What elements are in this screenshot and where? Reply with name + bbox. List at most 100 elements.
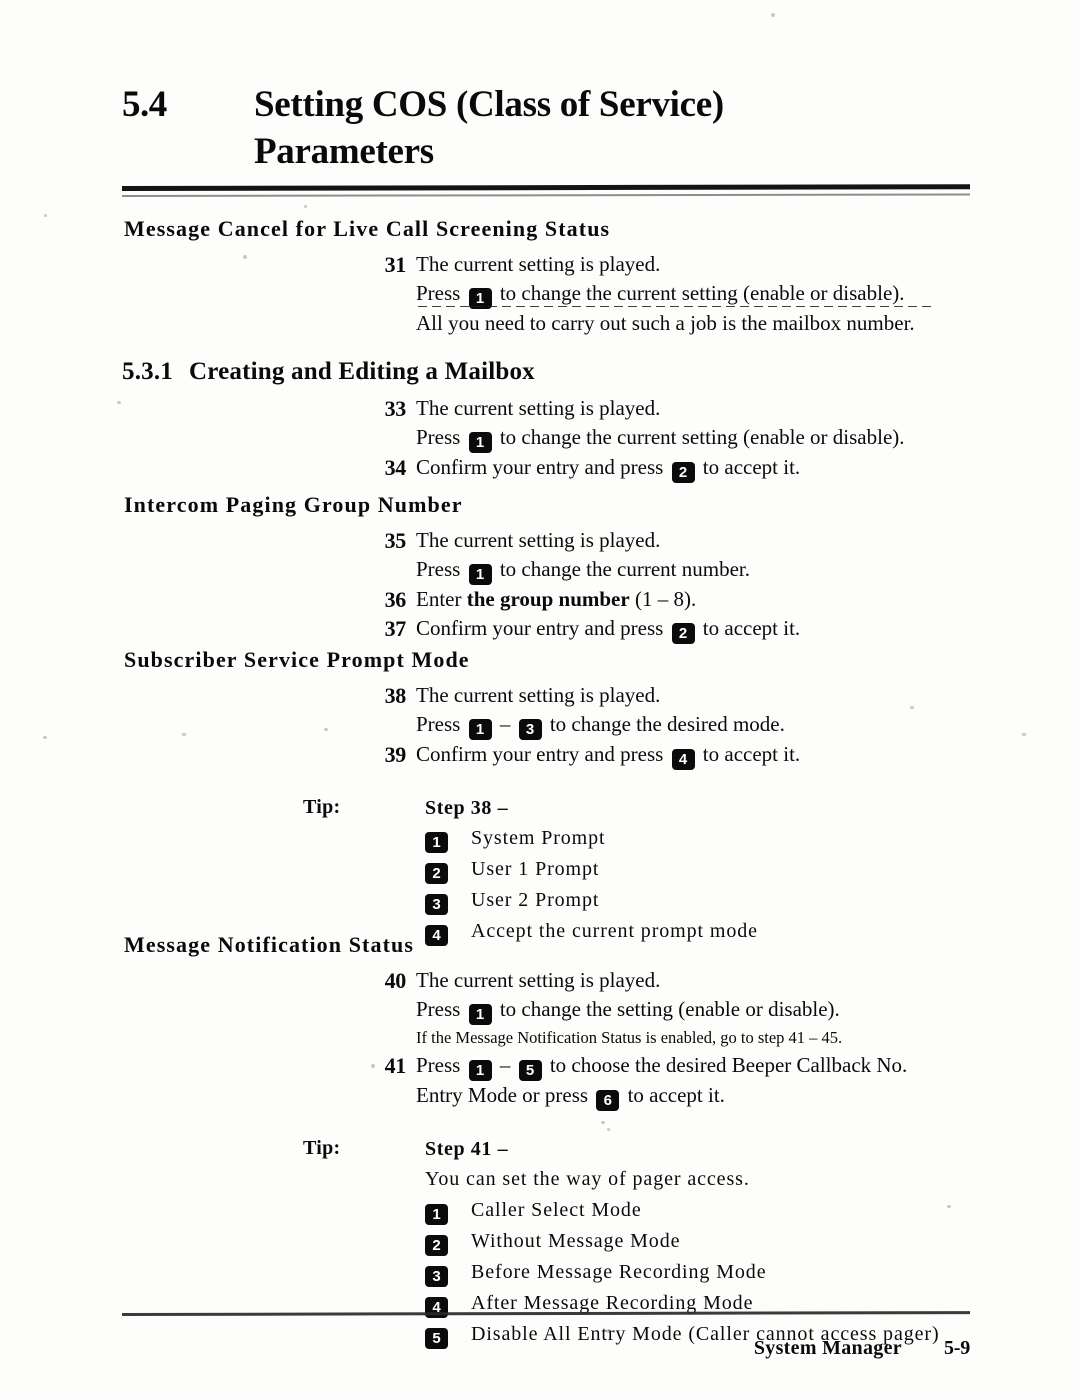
document-page: 5.4 Setting COS (Class of Service) Param… <box>0 0 1080 1399</box>
step-item: 41 Press 1 – 5 to choose the desired Beep… <box>372 1051 1080 1111</box>
tip-option-key: 2 <box>425 854 471 885</box>
keypad-key-3: 3 <box>518 719 542 740</box>
tip-option-item: 1 System Prompt <box>425 823 1080 854</box>
step-text: Press 1 – 5 to choose the desired Beeper… <box>416 1051 1080 1111</box>
step-item: 31 The current setting is played. Press 1 … <box>372 250 1080 309</box>
step-number: 39 <box>384 742 407 767</box>
step-number: 37 <box>384 616 407 641</box>
step-line: If the Message Notification Status is en… <box>416 1028 843 1047</box>
tip-option-item: 3 User 2 Prompt <box>425 885 1080 916</box>
tip-option-label: User 1 Prompt <box>471 858 600 880</box>
tip-option-label: Caller Select Mode <box>471 1199 642 1221</box>
section-heading: Message Cancel for Live Call Screening S… <box>124 216 611 241</box>
step-number: 41 <box>384 1053 407 1078</box>
section-2: 5.3.1 Creating and Editing a Mailbox 33 The… <box>0 355 1080 483</box>
step-line: The current setting is played. <box>416 968 661 992</box>
step-list: 35 The current setting is played. Press 1 … <box>0 526 1080 644</box>
step-line: Press 1 – 3 to change the desired mode. <box>416 712 785 740</box>
footer-manual-name: System Manager <box>753 1337 902 1359</box>
header-rule <box>121 184 971 198</box>
step-list: 38 The current setting is played. Press 1 … <box>0 681 1080 770</box>
tip-option-label: Without Message Mode <box>471 1230 681 1252</box>
step-list: 40 The current setting is played. Press 1 … <box>0 966 1080 1111</box>
step-number: 35 <box>384 528 407 553</box>
keypad-key-2: 2 <box>671 462 695 483</box>
subsection-heading-text: Creating and Editing a Mailbox <box>189 358 535 385</box>
step-item: 39 Confirm your entry and press 4 to acce… <box>372 740 1080 770</box>
tip-option-item: 2 Without Message Mode <box>425 1226 1080 1257</box>
step-line: Entry Mode or press 6 to accept it. <box>416 1083 725 1111</box>
section-heading: Subscriber Service Prompt Mode <box>124 647 470 672</box>
subsection-heading: 5.3.1 Creating and Editing a Mailbox <box>122 355 1080 388</box>
tip-option-key: 1 <box>425 823 471 854</box>
keypad-key-1: 1 <box>468 719 492 740</box>
step-number: 34 <box>384 455 407 480</box>
step-item: 35 The current setting is played. Press 1 … <box>372 526 1080 585</box>
section-number: 5.4 <box>122 84 167 125</box>
keypad-key-5: 5 <box>518 1060 542 1081</box>
section-title-line1: Setting COS (Class of Service) <box>254 84 724 125</box>
header-rule-thick <box>121 184 971 191</box>
step-item: 36 Enter the group number (1 – 8). <box>372 585 1080 614</box>
keypad-key-1: 1 <box>468 432 492 453</box>
scan-artifact-underline: Press 1 to change the current setting (e… <box>416 281 933 309</box>
tip-content: Step 41 – You can set the way of pager ac… <box>425 1134 1080 1350</box>
keypad-key-4: 4 <box>671 749 695 770</box>
step-item: 37 Confirm your entry and press 2 to acce… <box>372 614 1080 644</box>
tip-option-key: 3 <box>425 1257 471 1288</box>
tip-label: Tip: <box>303 796 341 818</box>
step-line: The current setting is played. <box>416 396 661 420</box>
subsection-number: 5.3.1 <box>122 358 173 385</box>
step-line: The current setting is played. <box>416 683 661 707</box>
step-text: Confirm your entry and press 4 to accept… <box>416 740 1080 770</box>
step-number: 40 <box>384 968 407 993</box>
tip-note: You can set the way of pager access. <box>425 1168 750 1190</box>
step-item: 34 Confirm your entry and press 2 to acce… <box>372 453 1080 483</box>
step-line: Confirm your entry and press 4 to accept… <box>416 742 801 770</box>
keypad-key-1: 1 <box>425 832 448 853</box>
step-text: The current setting is played. Press 1 to… <box>416 250 1080 309</box>
step-text: Confirm your entry and press 2 to accept… <box>416 614 1080 644</box>
step-text: The current setting is played. Press 1 to… <box>416 394 1080 453</box>
keypad-key-1: 1 <box>468 1004 492 1025</box>
keypad-key-2: 2 <box>671 623 695 644</box>
section-3: Intercom Paging Group Number 35 The curren… <box>0 490 1080 644</box>
keypad-key-1: 1 <box>468 564 492 585</box>
step-list: 31 The current setting is played. Press 1 … <box>0 250 1080 309</box>
tip-option-item: 2 User 1 Prompt <box>425 854 1080 885</box>
section-1: Message Cancel for Live Call Screening S… <box>0 214 1080 338</box>
step-line: Confirm your entry and press 2 to accept… <box>416 616 801 644</box>
tip-step-reference: Step 41 – <box>425 1138 509 1160</box>
keypad-key-2: 2 <box>425 1235 448 1256</box>
keypad-key-3: 3 <box>425 1266 448 1287</box>
step-line: Enter the group number (1 – 8). <box>416 587 697 611</box>
tip-option-key: 2 <box>425 1226 471 1257</box>
section-4: Subscriber Service Prompt Mode 38 The curr… <box>0 645 1080 947</box>
step-text: The current setting is played. Press 1 – … <box>416 681 1080 740</box>
page-title: 5.4 Setting COS (Class of Service) Param… <box>122 82 972 175</box>
tip-content: Step 38 – 1 System Prompt 2 User 1 Prompt 3 Us… <box>425 793 1080 947</box>
step-text: Confirm your entry and press 2 to accept… <box>416 453 1080 483</box>
keypad-key-6: 6 <box>596 1090 620 1111</box>
step-line: Press 1 to change the current number. <box>416 557 750 585</box>
step-item: 40 The current setting is played. Press 1 … <box>372 966 1080 1051</box>
section-title-line2: Parameters <box>254 131 434 172</box>
step-list: 33 The current setting is played. Press 1 … <box>0 394 1080 483</box>
scan-speckle <box>304 205 307 208</box>
step-line: Press 1 to change the setting (enable or… <box>416 997 840 1025</box>
step-text: The current setting is played. Press 1 to… <box>416 966 1080 1051</box>
footer-page-number: 5-9 <box>943 1337 970 1359</box>
scan-speckle <box>771 13 775 17</box>
step-line: The current setting is played. <box>416 528 661 552</box>
tip-label: Tip: <box>303 1137 341 1159</box>
step-number: 33 <box>384 396 407 421</box>
page-footer: System Manager 5-9 <box>0 1337 970 1360</box>
step-line: Press 1 to change the current setting (e… <box>416 279 1080 309</box>
section-heading: Message Notification Status <box>124 932 415 957</box>
tip-option-key: 1 <box>425 1195 471 1226</box>
tip-option-item: 1 Caller Select Mode <box>425 1195 1080 1226</box>
tip-option-label: User 2 Prompt <box>471 889 600 911</box>
tip-option-key: 3 <box>425 885 471 916</box>
step-text: Enter the group number (1 – 8). <box>416 585 1080 614</box>
header-rule-thin <box>121 193 971 197</box>
